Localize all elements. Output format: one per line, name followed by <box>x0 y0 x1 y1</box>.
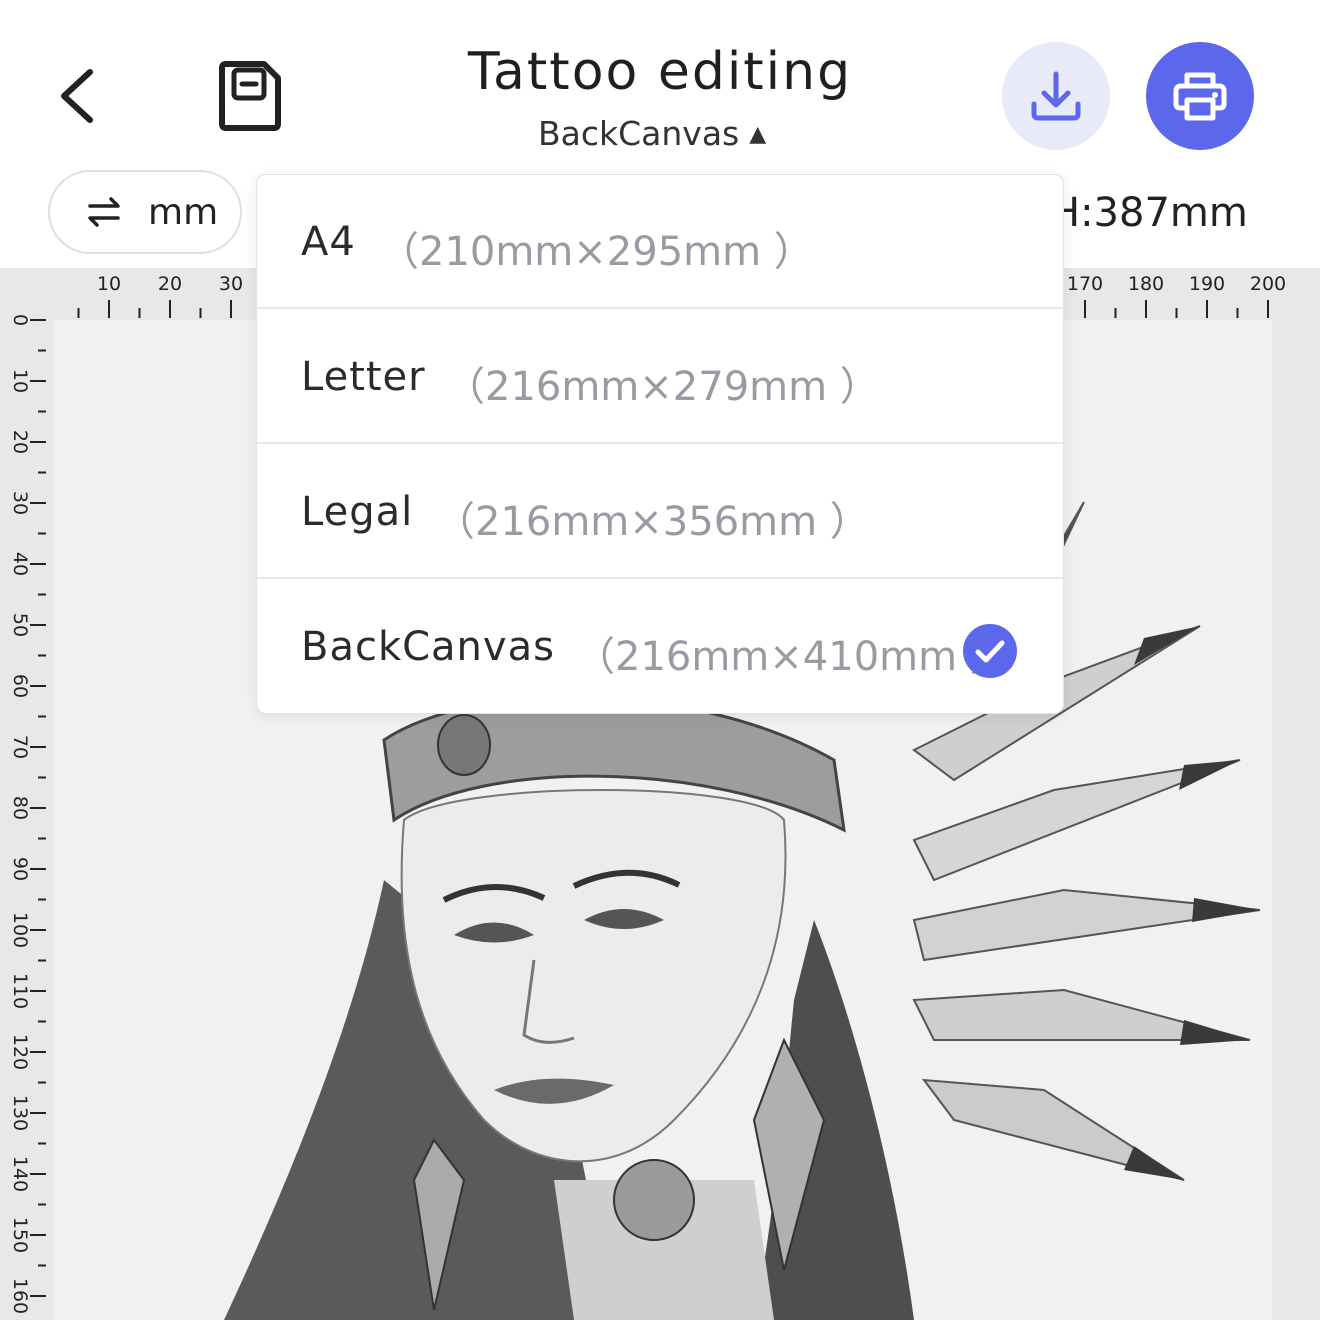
ruler-label: 80 <box>9 796 31 820</box>
ruler-label: 170 <box>1067 273 1103 295</box>
ruler-vertical: 0 10 20 30 40 50 60 70 80 90 100 110 120 130 140 150 160 <box>0 268 54 1320</box>
ruler-label: 180 <box>1128 273 1164 295</box>
ruler-label: 110 <box>9 973 31 1009</box>
ruler-label: 30 <box>9 491 31 515</box>
option-name: Legal <box>301 489 414 535</box>
ruler-label: 60 <box>9 674 31 698</box>
ruler-label: 0 <box>9 314 31 326</box>
canvas-size-selector[interactable]: BackCanvas ▲ <box>538 114 766 153</box>
option-dimensions: （216mm×279mm ） <box>445 364 880 410</box>
option-dimensions: （216mm×356mm ） <box>435 499 870 545</box>
canvas-size-label: BackCanvas <box>538 114 740 153</box>
ruler-label: 10 <box>97 273 121 295</box>
option-letter[interactable]: Letter （216mm×279mm ） <box>257 310 1063 444</box>
ruler-label: 10 <box>9 369 31 393</box>
check-icon <box>963 624 1017 678</box>
swap-arrows-icon <box>88 197 120 227</box>
option-dimensions: （210mm×295mm ） <box>379 229 814 275</box>
ruler-label: 130 <box>9 1095 31 1131</box>
printer-icon <box>1173 72 1227 121</box>
ruler-label: 30 <box>219 273 243 295</box>
option-name: A4 <box>301 219 356 265</box>
ruler-label: 50 <box>9 613 31 637</box>
canvas-height-readout: H:387mm <box>1050 190 1248 236</box>
ruler-label: 70 <box>9 735 31 759</box>
ruler-label: 120 <box>9 1034 31 1070</box>
ruler-label: 200 <box>1250 273 1286 295</box>
ruler-label: 190 <box>1189 273 1225 295</box>
unit-toggle-button[interactable]: mm <box>48 170 242 254</box>
ruler-label: 20 <box>9 430 31 454</box>
ruler-vertical-scale: 0 10 20 30 40 50 60 70 80 90 100 110 120 130 140 150 160 <box>9 314 46 1314</box>
download-icon <box>1031 71 1081 121</box>
unit-label: mm <box>148 192 219 233</box>
ruler-label: 150 <box>9 1217 31 1253</box>
ruler-label: 20 <box>158 273 182 295</box>
canvas-size-dropdown: A4 （210mm×295mm ） Letter （216mm×279mm ） … <box>256 174 1064 714</box>
ruler-label: 160 <box>9 1278 31 1314</box>
option-name: Letter <box>301 354 426 400</box>
ruler-label: 100 <box>9 912 31 948</box>
ruler-label: 40 <box>9 552 31 576</box>
check-mark <box>975 640 1005 663</box>
page-title: Tattoo editing <box>467 42 853 102</box>
option-legal[interactable]: Legal （216mm×356mm ） <box>257 445 1063 579</box>
caret-up-icon: ▲ <box>749 122 767 147</box>
option-a4[interactable]: A4 （210mm×295mm ） <box>257 175 1063 309</box>
download-button[interactable] <box>1002 42 1110 150</box>
option-backcanvas[interactable]: BackCanvas （216mm×410mm ） <box>257 580 1063 713</box>
option-dimensions: （216mm×410mm ） <box>575 634 1010 680</box>
ruler-label: 140 <box>9 1156 31 1192</box>
print-button[interactable] <box>1146 42 1254 150</box>
option-name: BackCanvas <box>301 624 555 670</box>
ruler-label: 90 <box>9 857 31 881</box>
top-bar: Tattoo editing BackCanvas ▲ <box>0 0 1320 170</box>
